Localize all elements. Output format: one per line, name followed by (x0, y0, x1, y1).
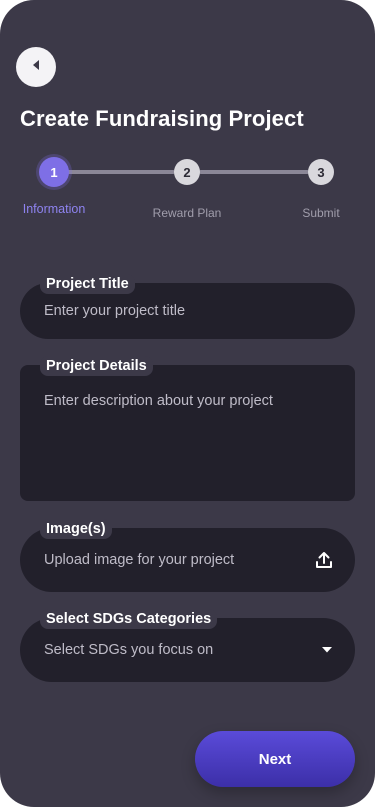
project-title-label: Project Title (40, 274, 135, 294)
step-connector (199, 170, 309, 174)
image-upload-label: Image(s) (40, 519, 112, 539)
step-2-indicator[interactable]: 2 (174, 159, 200, 185)
step-3-indicator[interactable]: 3 (308, 159, 334, 185)
progress-stepper: 1 2 3 Information Reward Plan Submit (0, 156, 375, 226)
sdgs-select-field[interactable]: Select SDGs Categories Select SDGs you f… (20, 609, 355, 682)
sdgs-select-value[interactable]: Select SDGs you focus on (44, 642, 213, 658)
project-details-label: Project Details (40, 356, 153, 376)
caret-down-icon[interactable] (321, 646, 333, 654)
project-details-textarea[interactable]: Enter description about your project (44, 393, 273, 409)
step-3-label: Submit (302, 206, 340, 220)
step-1-label: Information (22, 202, 86, 216)
upload-icon[interactable] (315, 551, 333, 569)
next-button[interactable]: Next (195, 731, 355, 787)
image-upload-field[interactable]: Image(s) Upload image for your project (20, 519, 355, 592)
step-1-indicator[interactable]: 1 (39, 157, 69, 187)
app-screen: Create Fundraising Project 1 2 3 Informa… (0, 0, 375, 807)
step-connector (66, 170, 175, 174)
image-upload-input[interactable]: Upload image for your project (44, 552, 234, 568)
sdgs-select-label: Select SDGs Categories (40, 609, 218, 629)
project-details-field[interactable]: Project Details Enter description about … (20, 356, 355, 501)
chevron-left-icon (29, 58, 43, 77)
step-2-label: Reward Plan (152, 206, 222, 220)
back-button[interactable] (16, 47, 56, 87)
project-title-input[interactable]: Enter your project title (44, 303, 185, 319)
project-title-field[interactable]: Project Title Enter your project title (20, 274, 355, 339)
page-title: Create Fundraising Project (20, 106, 304, 131)
